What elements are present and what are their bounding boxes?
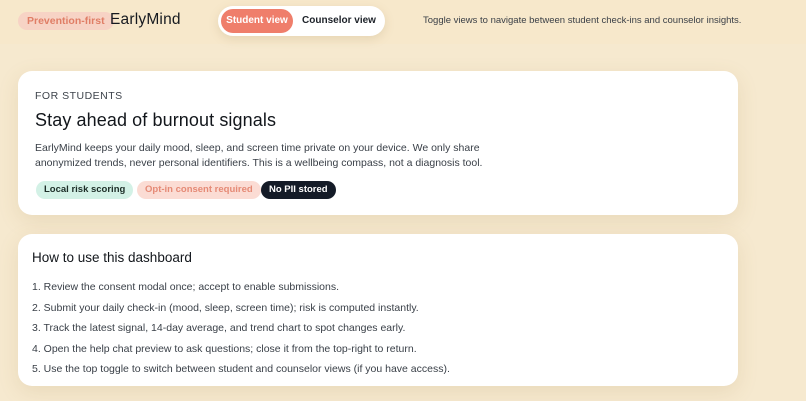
top-bar: Prevention-first EarlyMind Student view … [0, 0, 806, 44]
list-item: 5. Use the top toggle to switch between … [32, 363, 450, 375]
list-item: 4. Open the help chat preview to ask que… [32, 342, 417, 355]
page-title: Stay ahead of burnout signals [35, 110, 277, 130]
brand-name: EarlyMind [110, 11, 181, 28]
view-toggle[interactable]: Student view Counselor view [218, 6, 385, 36]
list-item: 1. Review the consent modal once; accept… [32, 281, 340, 293]
intro-card: FOR STUDENTS Stay ahead of burnout signa… [18, 71, 738, 215]
list-item: 3. Track the latest signal, 14-day avera… [32, 322, 406, 334]
counselor-view-button[interactable]: Counselor view [298, 9, 380, 33]
toggle-hint-text: Toggle views to navigate between student… [423, 15, 742, 26]
eyebrow-label: FOR STUDENTS [35, 90, 123, 102]
tag-no-pii: No PII stored [261, 181, 336, 199]
tag-opt-in-consent: Opt-in consent required [137, 181, 261, 199]
tag-local-risk-scoring: Local risk scoring [36, 181, 134, 199]
intro-description: EarlyMind keeps your daily mood, sleep, … [35, 142, 483, 169]
prevention-badge: Prevention-first [18, 12, 114, 30]
list-item: 2. Submit your daily check-in (mood, sle… [32, 301, 419, 314]
howto-card: How to use this dashboard 1. Review the … [18, 234, 738, 386]
howto-title: How to use this dashboard [32, 250, 192, 265]
howto-steps-list: 1. Review the consent modal once; accept… [32, 277, 450, 380]
student-view-button[interactable]: Student view [221, 9, 293, 33]
